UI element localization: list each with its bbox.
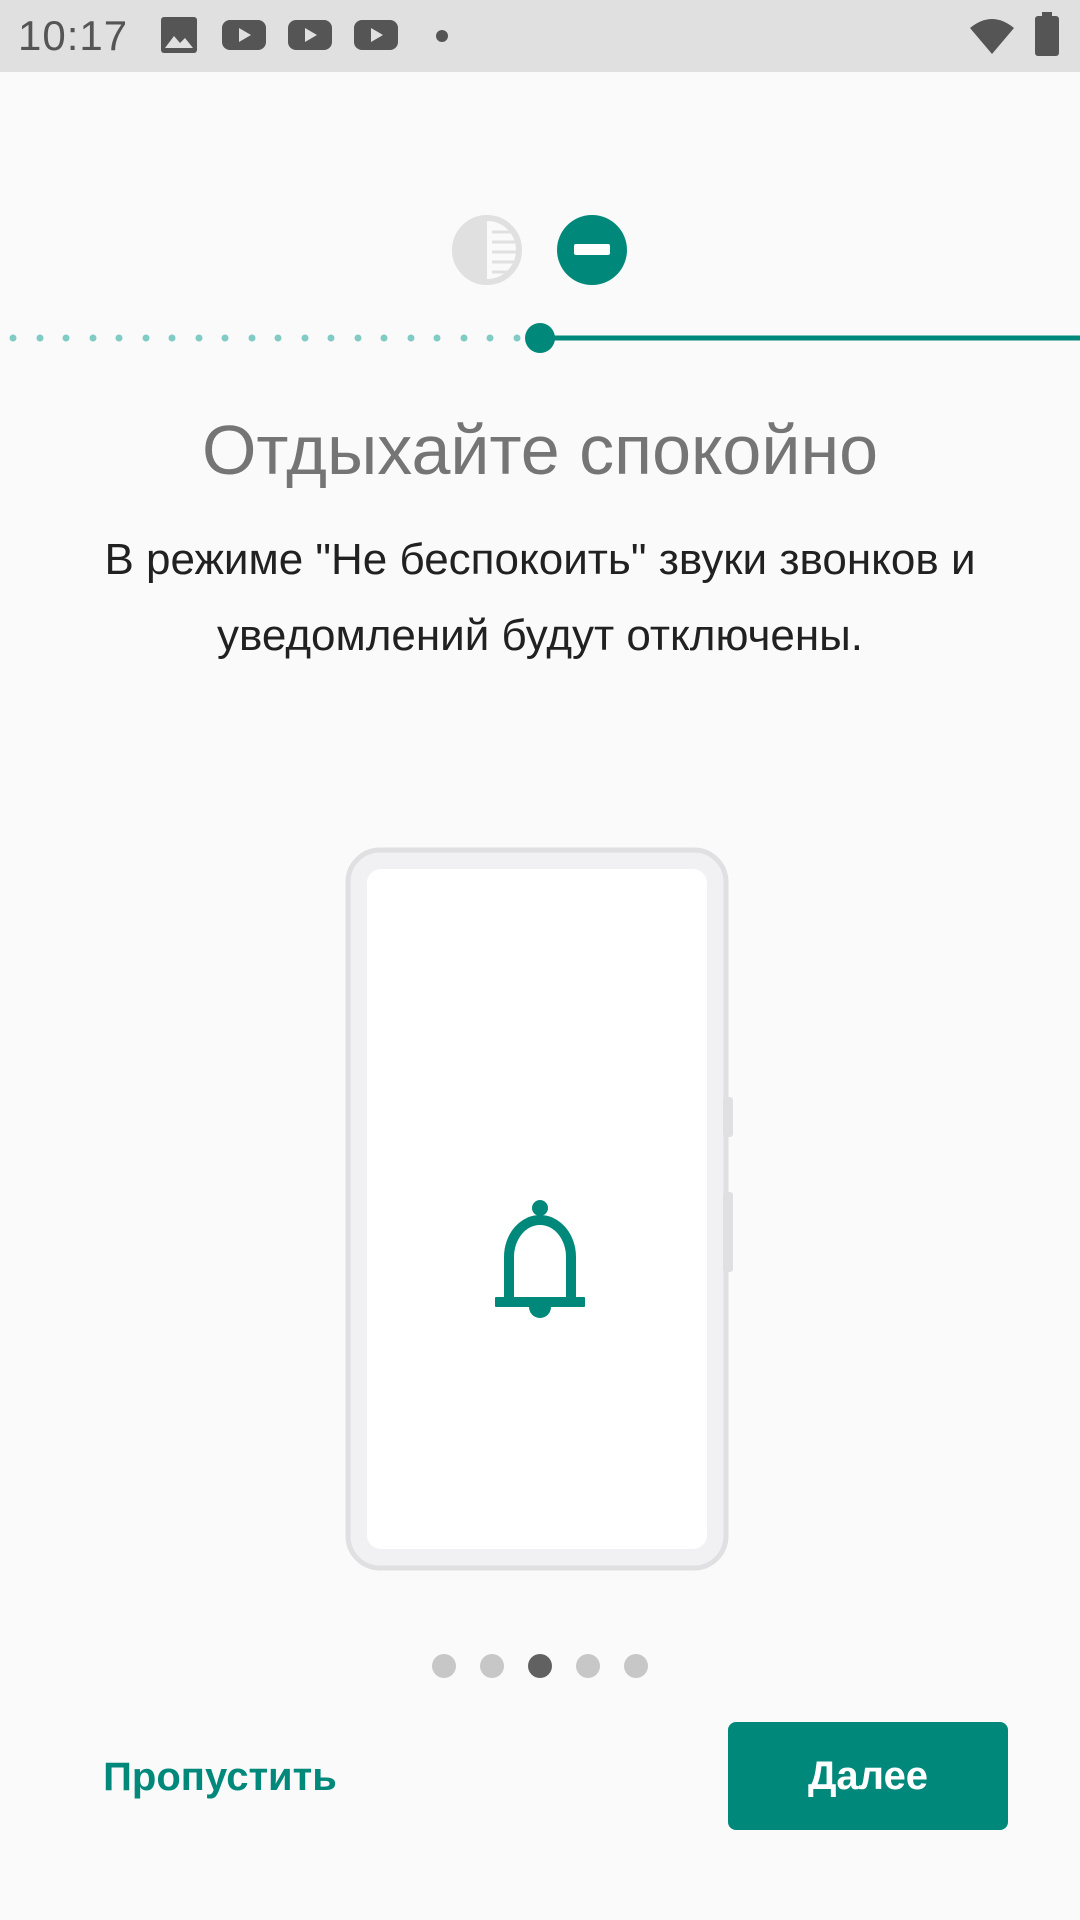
mode-icons: [452, 215, 627, 285]
page-title: Отдыхайте спокойно: [201, 411, 879, 489]
youtube-icon: [354, 20, 398, 50]
status-time: 10:17: [18, 12, 129, 59]
wifi-icon: [970, 19, 1014, 54]
youtube-icon: [222, 20, 266, 50]
page-dot: [480, 1654, 504, 1678]
page-description: В режиме "Не беспокоить" звуки звонков и…: [104, 535, 976, 660]
page-dot: [576, 1654, 600, 1678]
more-dot-icon: [436, 30, 448, 42]
page-dot: [432, 1654, 456, 1678]
skip-button[interactable]: Пропустить: [70, 1722, 370, 1832]
image-icon: [161, 17, 197, 53]
timeline-indicator: [9, 323, 1080, 353]
next-button[interactable]: Далее: [728, 1722, 1008, 1830]
page-dot: [624, 1654, 648, 1678]
onboarding-screen: Отдыхайте спокойно В режиме "Не беспокои…: [0, 72, 1080, 1920]
battery-icon: [1035, 12, 1059, 56]
do-not-disturb-icon: [557, 215, 627, 285]
status-bar: 10:17: [0, 0, 1080, 72]
contrast-icon: [452, 215, 522, 285]
timeline-marker: [525, 323, 555, 353]
page-indicator: [432, 1654, 648, 1678]
phone-illustration: [345, 847, 733, 1571]
page-dot-active: [528, 1654, 552, 1678]
youtube-icon: [288, 20, 332, 50]
